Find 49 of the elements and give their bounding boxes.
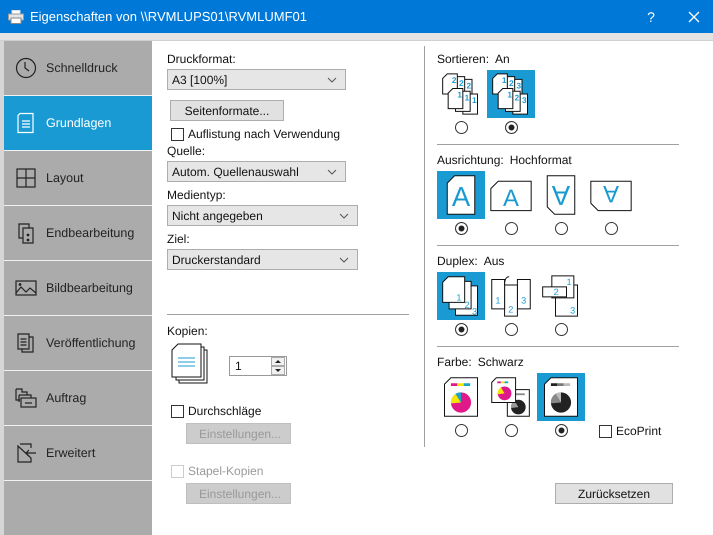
section-value: An [495, 52, 510, 66]
radio-button[interactable] [454, 222, 468, 235]
checkbox[interactable]: Auflistung nach Verwendung [171, 127, 340, 141]
field-label: Quelle: [167, 144, 206, 158]
reset-button[interactable]: Zurücksetzen [555, 483, 673, 504]
field-label: Druckformat: [167, 52, 236, 66]
chevron-icon [327, 168, 337, 174]
radio-button[interactable] [454, 121, 468, 134]
field-label: Medientyp: [167, 188, 226, 202]
radio-button[interactable] [554, 222, 568, 235]
section-label: Farbe: [437, 355, 472, 369]
option-tile[interactable] [537, 373, 585, 421]
section-label: Ausrichtung: [437, 153, 504, 167]
trays-icon [15, 387, 37, 409]
section-label: Sortieren: [437, 52, 490, 66]
chevron-icon [339, 256, 349, 262]
radio-button[interactable] [504, 424, 518, 437]
radio-button[interactable] [554, 424, 568, 437]
radio-button[interactable] [454, 424, 468, 437]
dropdown[interactable]: Nicht angegeben [167, 205, 358, 226]
chevron-icon [327, 76, 337, 82]
section-value: Hochformat [510, 153, 572, 167]
dropdown[interactable]: A3 [100%] [167, 69, 346, 90]
help-button[interactable]: ? [637, 6, 665, 26]
grid-icon [15, 167, 37, 189]
arrow-page-icon [15, 442, 37, 464]
chevron-icon [339, 212, 349, 218]
radio-button[interactable] [554, 323, 568, 336]
field-label: Kopien: [167, 324, 208, 338]
dropdown[interactable]: Druckerstandard [167, 249, 358, 270]
window-title: Eigenschaften von \\RVMLUPS01\RVMLUMF01 [30, 9, 307, 24]
clock-icon [15, 57, 37, 79]
radio-button[interactable] [454, 323, 468, 336]
radio-button[interactable] [504, 121, 518, 134]
section-value: Aus [484, 254, 504, 268]
field-label: Ziel: [167, 232, 190, 246]
radio-button[interactable] [504, 323, 518, 336]
mixed-pages-icon [489, 375, 533, 419]
checkbox[interactable]: EcoPrint [599, 424, 662, 438]
radio-button[interactable] [604, 222, 618, 235]
page-formats-button[interactable]: Seitenformate... [170, 100, 284, 121]
close-icon [688, 10, 700, 22]
printer-icon [8, 10, 24, 24]
radio-button[interactable] [504, 222, 518, 235]
section-label: Duplex: [437, 254, 478, 268]
checkbox[interactable]: Durchschläge [171, 404, 262, 418]
copies-spinner[interactable]: 1 [229, 356, 287, 376]
section-value: Schwarz [478, 355, 524, 369]
dropdown[interactable]: Autom. Quellenauswahl [167, 161, 346, 182]
